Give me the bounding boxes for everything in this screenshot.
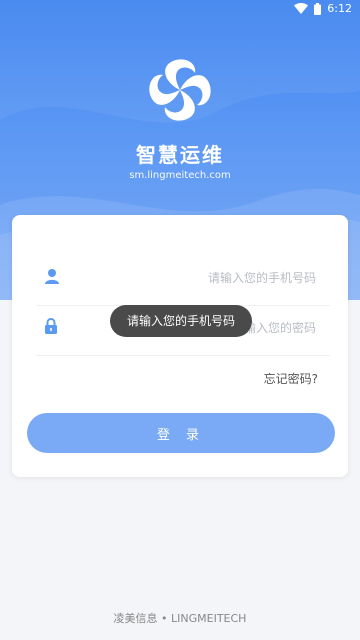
login-card: 忘记密码? 登 录 <box>12 215 348 477</box>
app-domain: sm.lingmeitech.com <box>129 170 231 181</box>
brand-block: 智慧运维 sm.lingmeitech.com <box>0 55 360 181</box>
app-title: 智慧运维 <box>136 143 224 167</box>
battery-icon <box>314 2 322 15</box>
phone-input[interactable] <box>76 267 318 289</box>
app-logo <box>149 59 211 121</box>
status-bar: 6:12 <box>0 0 360 18</box>
lock-icon <box>45 318 57 334</box>
status-time: 6:12 <box>327 2 352 15</box>
login-button[interactable]: 登 录 <box>27 413 335 453</box>
forgot-password-link[interactable]: 忘记密码? <box>264 370 318 387</box>
footer-copyright: 凌美信息 • LINGMEITECH <box>113 612 247 625</box>
user-icon <box>45 269 59 284</box>
phone-field <box>36 249 330 306</box>
toast-message: 请输入您的手机号码 <box>110 305 252 337</box>
wifi-icon <box>294 3 309 14</box>
